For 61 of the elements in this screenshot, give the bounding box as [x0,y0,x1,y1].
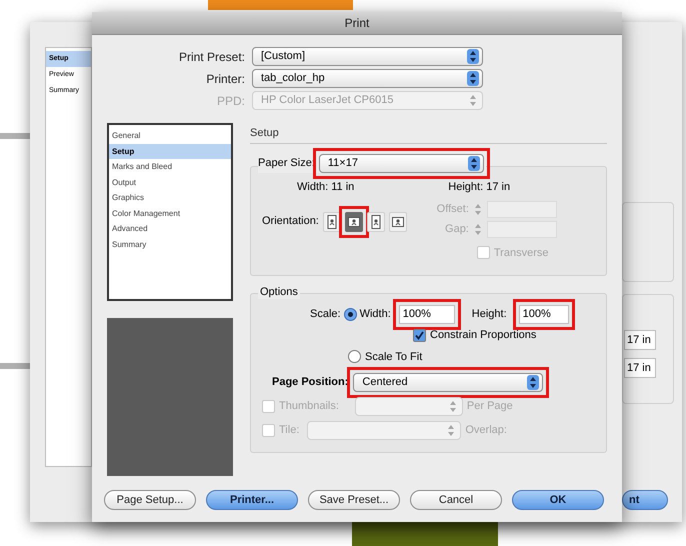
checkbox-label: Transverse [494,246,548,260]
field-label: Height: [472,307,507,322]
portrait-page-icon [370,214,382,228]
paper-height: Height: 17 in [448,180,510,195]
measurement-field[interactable]: 17 in [624,358,656,378]
category-item[interactable]: Color Management [109,206,231,221]
width-scale-field[interactable]: 100% [398,305,455,324]
checkbox[interactable] [413,328,426,342]
dialog-button[interactable]: Page Setup... [104,490,196,510]
category-item[interactable]: Output [109,174,231,190]
field-label: Print Preset: [178,48,245,66]
checkbox-label: Tile: [279,423,300,438]
category-item[interactable]: Setup [109,144,231,159]
scale-label: Scale: [310,307,341,322]
dialog-button[interactable]: Printer... [206,490,298,510]
orientation-label: Orientation: [262,214,319,230]
popup-select[interactable]: [Custom] [252,47,483,66]
orientation-button[interactable] [366,212,385,232]
landscape-page-icon [392,214,404,228]
page-position-select[interactable]: Centered [353,373,544,392]
page-position-label: Page Position: [272,375,348,390]
dialog-button[interactable]: OK [512,490,604,510]
measurement-field[interactable]: 17 in [624,330,656,350]
stepper-arrows-icon [467,49,479,64]
category-item[interactable]: Advanced [109,221,231,236]
radio-label: Width: [360,307,391,322]
guide-mark [0,133,30,139]
checkbox-label: Constrain Proportions [430,328,536,343]
orientation-button[interactable] [388,212,407,232]
dialog-button[interactable]: Cancel [410,490,502,510]
stepper-arrows-icon [468,156,480,171]
orientation-button[interactable] [344,212,363,232]
field-label: Printer: [205,70,245,88]
checkmark-icon [415,330,424,340]
dialog-button[interactable]: Save Preset... [308,490,400,510]
landscape-page-icon [348,214,360,228]
checkbox-label: Thumbnails: [279,399,339,414]
stepper-arrows-icon [467,93,479,108]
field-label: Per Page [466,399,513,414]
radio-label: Scale To Fit [365,350,422,364]
stepper-arrows-icon [467,71,479,86]
stepper-arrows-icon [527,375,540,390]
portrait-page-icon [326,214,338,228]
print-button[interactable]: nt [622,490,668,510]
paper-size-label: Paper Size: [258,156,315,172]
category-item[interactable]: General [109,128,231,144]
window-title: Print [344,15,370,32]
category-item[interactable]: Summary [109,236,231,252]
field-label: PPD: [216,92,245,110]
field-label: Offset: [436,202,469,217]
height-scale-field[interactable]: 100% [518,305,569,324]
paper-width: Width: 11 in [297,180,354,195]
section-title: Setup [250,126,280,140]
group-title: Options [258,285,300,299]
category-item[interactable]: Marks and Bleed [109,159,231,174]
field-label: Gap: [444,222,469,237]
guide-mark [0,363,30,369]
category-item[interactable]: Graphics [109,190,231,206]
paper-size-select[interactable]: 11×17 [318,154,484,173]
popup-select[interactable]: tab_color_hp [252,69,483,88]
field-label: Overlap: [465,423,507,438]
